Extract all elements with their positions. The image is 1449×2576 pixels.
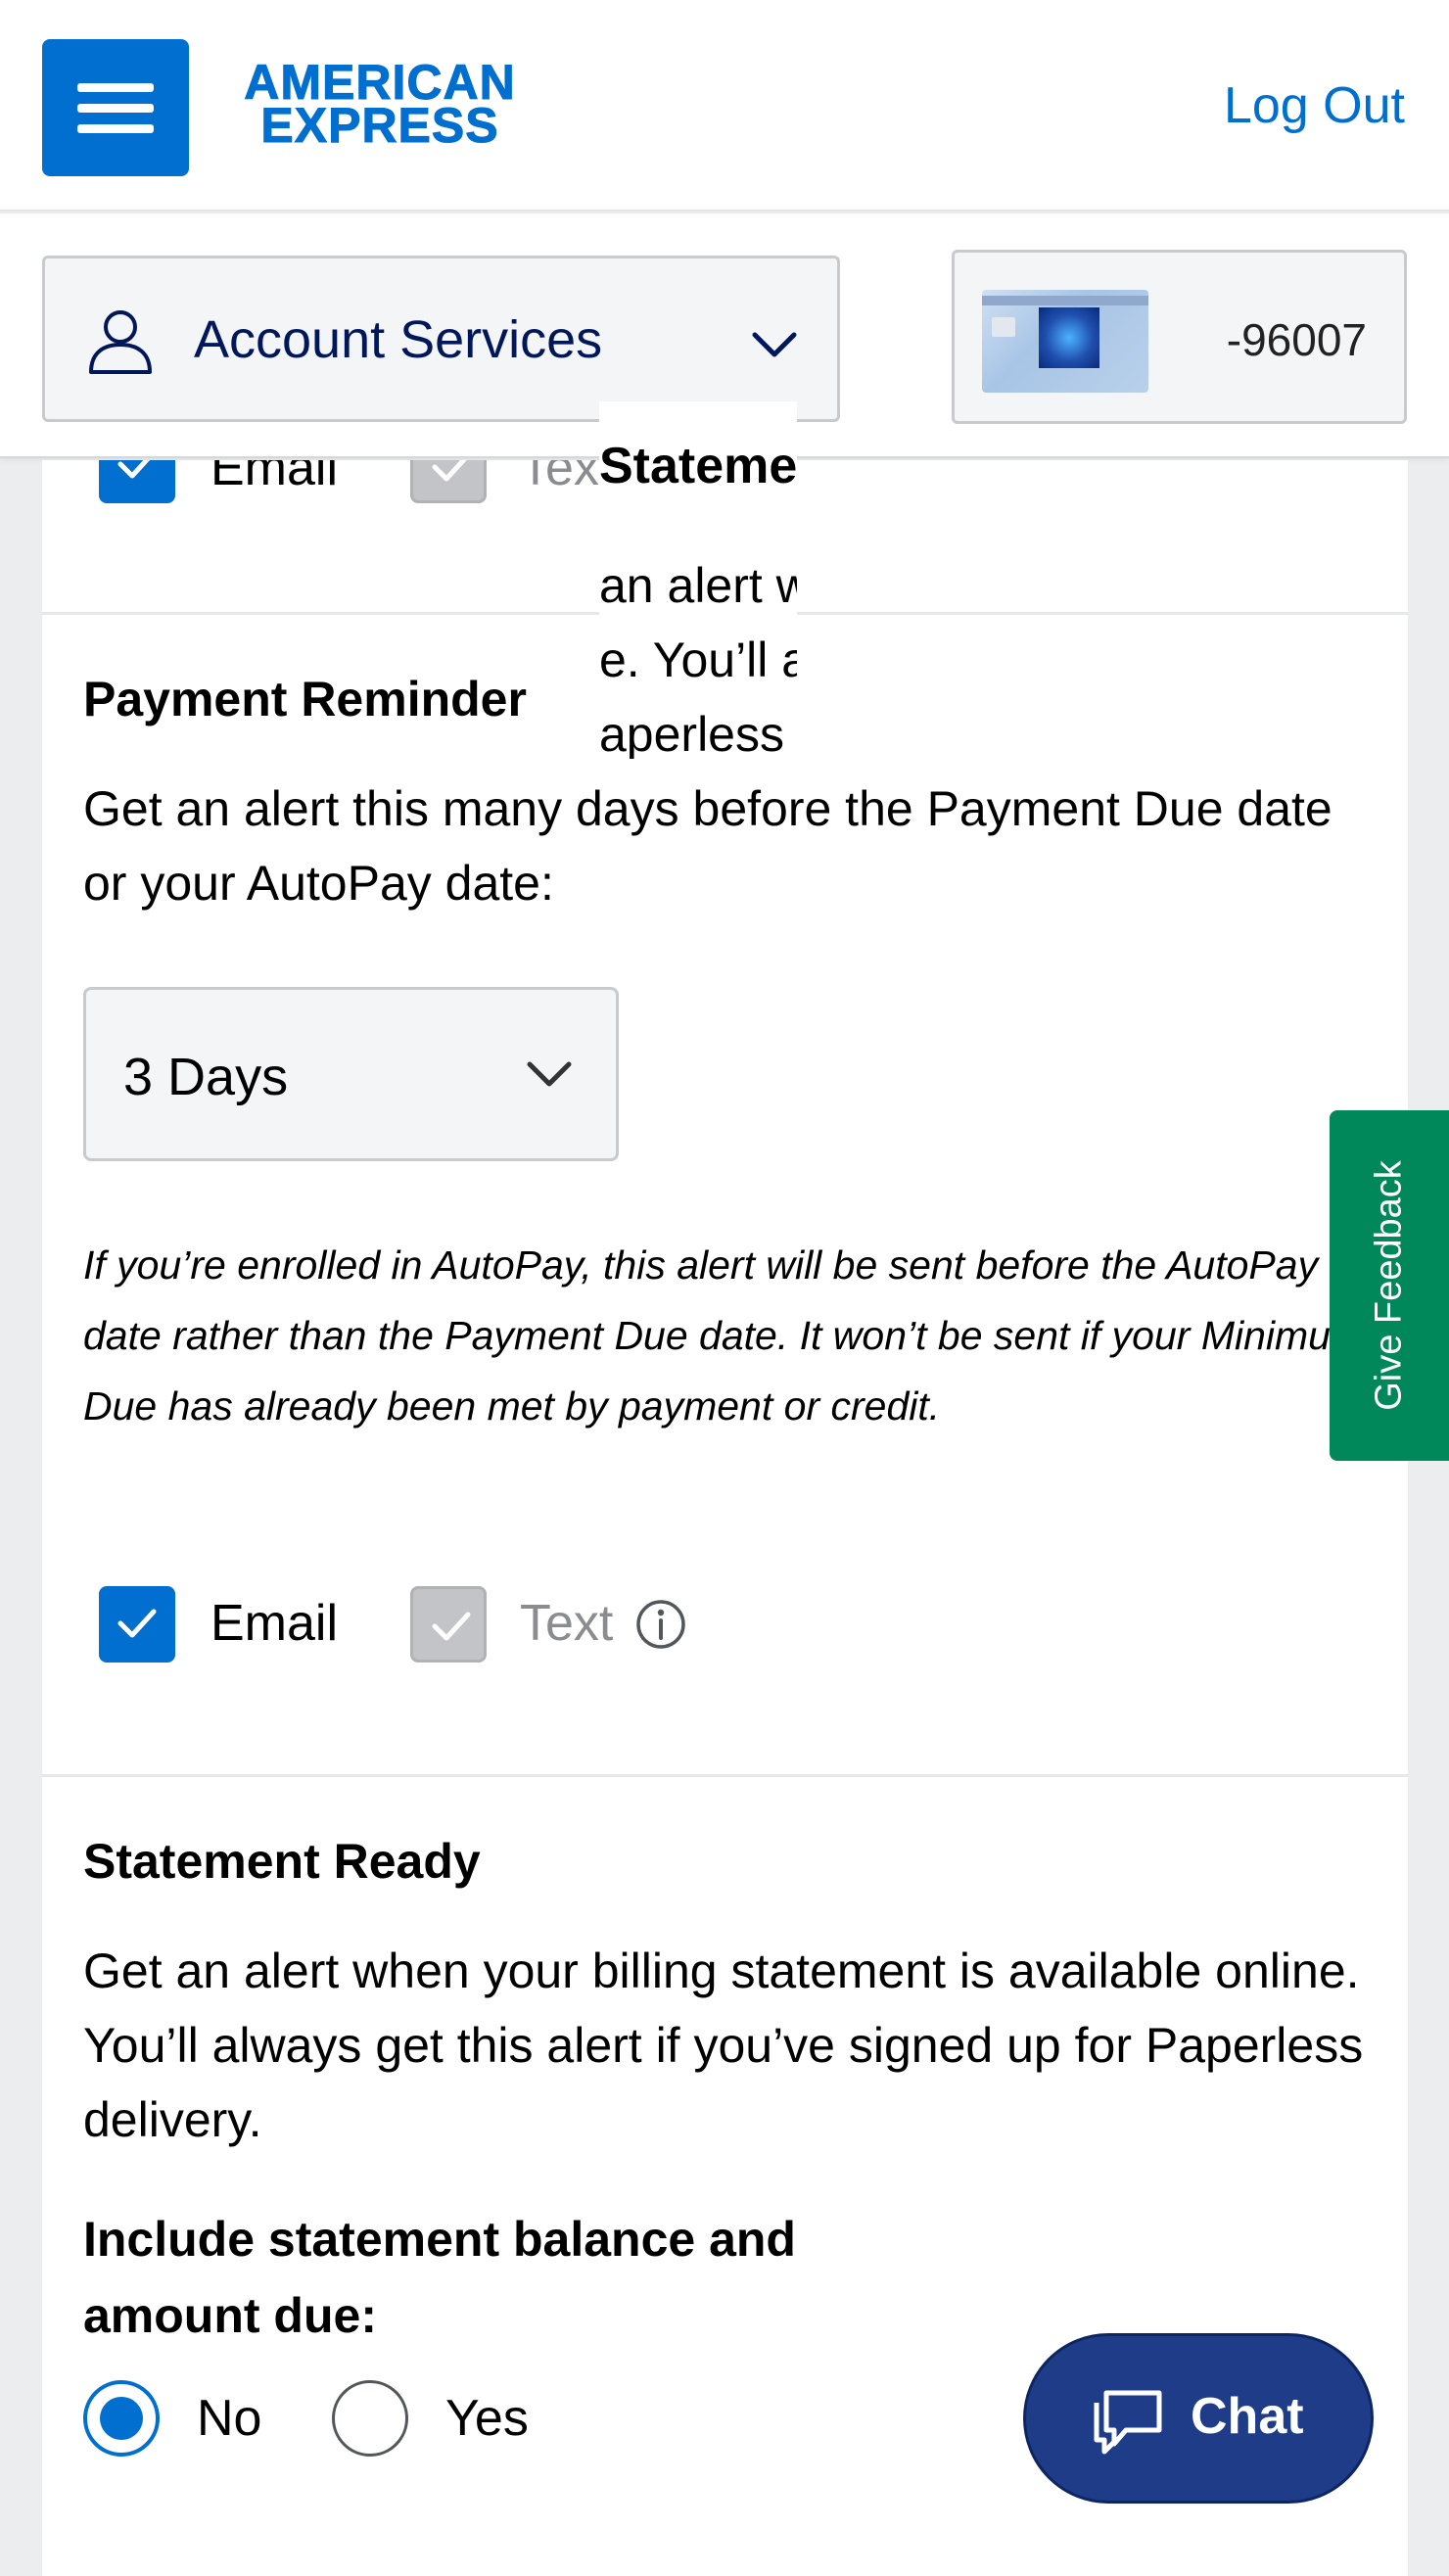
overlapping-statement-fragment: Statement Ready an alert w e. You’ll a a… — [599, 401, 797, 759]
payment-email-checkbox[interactable] — [99, 1586, 175, 1663]
top-navigation-bar: AMERICAN EXPRESS Log Out — [0, 0, 1449, 211]
chevron-down-icon — [752, 332, 797, 357]
prev-email-label: Email — [210, 460, 339, 496]
account-services-label: Account Services — [194, 310, 603, 369]
prev-email-checkbox[interactable] — [99, 460, 175, 503]
menu-icon — [77, 83, 154, 92]
info-icon[interactable] — [635, 1599, 686, 1650]
ghost-text: an alert w e. You’ll a aperless — [599, 548, 797, 759]
menu-icon-bar — [77, 124, 154, 133]
checkmark-icon — [117, 460, 151, 479]
prev-text-checkbox — [410, 460, 487, 503]
chat-button[interactable]: Chat — [1023, 2333, 1374, 2504]
checkmark-icon — [432, 460, 467, 482]
payment-reminder-heading: Payment Reminder — [83, 672, 527, 726]
payment-text-label: Text — [520, 1595, 614, 1652]
account-services-dropdown[interactable]: Account Services — [42, 256, 840, 422]
give-feedback-label: Give Feedback — [1368, 1160, 1410, 1411]
chat-label: Chat — [1191, 2388, 1304, 2445]
chat-icon — [1094, 2390, 1162, 2455]
card-image — [982, 290, 1148, 393]
give-feedback-tab[interactable]: Give Feedback — [1330, 1110, 1449, 1461]
menu-icon-bar — [77, 104, 154, 113]
logo-line-2: EXPRESS — [260, 98, 499, 153]
menu-button[interactable] — [42, 39, 189, 176]
payment-email-label: Email — [210, 1595, 339, 1652]
ghost-line-3: aperless — [599, 707, 784, 759]
card-selector[interactable]: -96007 — [952, 250, 1407, 424]
card-stripe — [982, 296, 1148, 305]
radio-no-label: No — [197, 2390, 262, 2447]
person-icon — [89, 310, 152, 374]
logout-link[interactable]: Log Out — [1224, 76, 1405, 135]
section-divider — [42, 1774, 1408, 1777]
radio-yes-label: Yes — [445, 2390, 529, 2447]
radio-no[interactable] — [83, 2380, 160, 2457]
reminder-days-dropdown[interactable]: 3 Days — [83, 987, 619, 1161]
ghost-heading: Statement Ready — [599, 438, 797, 494]
checkmark-icon — [117, 1609, 157, 1638]
amex-logo[interactable]: AMERICAN EXPRESS — [213, 58, 546, 155]
reminder-days-value: 3 Days — [123, 1048, 289, 1106]
card-centurion — [1039, 307, 1099, 368]
payment-text-checkbox — [410, 1586, 487, 1663]
radio-yes[interactable] — [332, 2380, 408, 2457]
payment-reminder-description: Get an alert this many days before the P… — [83, 781, 1332, 911]
statement-ready-description: Get an alert when your billing statement… — [83, 1944, 1364, 2147]
include-balance-question: Include statement balance and amount due… — [83, 2212, 796, 2343]
chevron-down-icon — [527, 1061, 572, 1087]
ghost-line-2: e. You’ll a — [599, 632, 797, 687]
autopay-note: If you’re enrolled in AutoPay, this aler… — [83, 1242, 1365, 1429]
card-number: -96007 — [1226, 314, 1367, 365]
ghost-line-1: an alert w — [599, 558, 797, 613]
alerts-content-panel: Email Text Payment Reminder Get an alert… — [42, 460, 1408, 2576]
statement-ready-heading: Statement Ready — [83, 1834, 481, 1889]
checkmark-icon — [432, 1612, 471, 1641]
card-chip — [992, 317, 1015, 337]
